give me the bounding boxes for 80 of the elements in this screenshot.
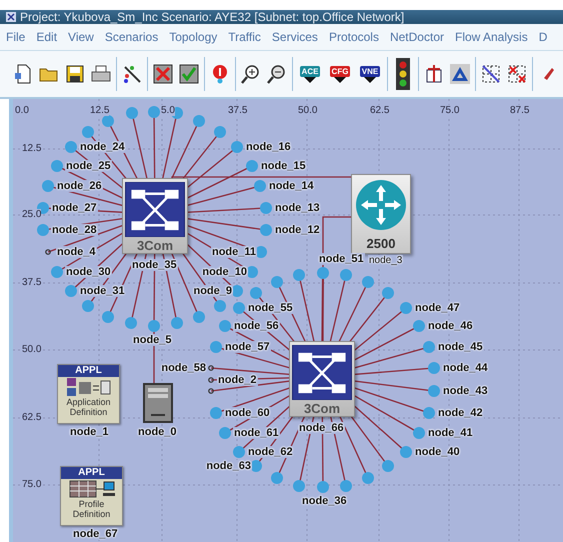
node-label: node_67 — [72, 528, 119, 540]
node-label: node_60 — [224, 407, 271, 419]
definition-badge: APPL — [61, 467, 122, 479]
node-label: node_63 — [205, 460, 252, 472]
definition-node[interactable]: APPL Application Definition — [57, 364, 120, 424]
node-label: node_9 — [192, 285, 233, 297]
node-label: node_41 — [427, 427, 474, 439]
node-label: node_5 — [132, 334, 173, 346]
ruler-tick: 5.0 — [161, 105, 175, 116]
node-label: node_40 — [414, 446, 461, 458]
node-label: node_46 — [427, 320, 474, 332]
node-label: node_24 — [79, 141, 126, 153]
window-title: Project: Ykubova_Sm_Inc Scenario: AYE32 [Subnet: top.Office Network] — [20, 10, 404, 24]
ruler-tick: 12.5 — [90, 105, 110, 116]
definition-badge: APPL — [58, 365, 119, 377]
node-label: node_51 — [318, 253, 365, 265]
ruler-tick: 37.5 — [22, 277, 42, 288]
ruler-tick: 25.0 — [22, 209, 42, 220]
node-label: node_62 — [247, 446, 294, 458]
node-label: node_31 — [79, 285, 126, 297]
menu-item[interactable]: Topology — [169, 30, 218, 44]
node-label: node_1 — [69, 426, 110, 438]
ruler-tick: 87.5 — [510, 105, 530, 116]
node-label: node_45 — [437, 341, 484, 353]
node-label: node_27 — [51, 202, 98, 214]
switch-node[interactable]: 3Com — [289, 341, 355, 417]
definition-title: Application Definition — [65, 397, 112, 417]
node-label: node_25 — [65, 160, 112, 172]
menu-item[interactable]: Protocols — [328, 30, 379, 44]
menu-item[interactable]: Edit — [36, 30, 58, 44]
node-label: node_43 — [442, 385, 489, 397]
menu-item[interactable]: Traffic — [228, 30, 261, 44]
ruler-tick: 12.5 — [22, 143, 42, 154]
node-label: node_58 — [160, 362, 207, 374]
ruler-tick: 62.5 — [370, 105, 390, 116]
menu-item[interactable]: View — [68, 30, 94, 44]
ruler-tick: 50.0 — [22, 344, 42, 355]
router-model: 2500 — [366, 236, 396, 251]
node-label: node_14 — [268, 180, 315, 192]
switch-node[interactable]: 3Com — [122, 178, 188, 254]
definition-node[interactable]: APPL Profile Definition — [60, 466, 123, 526]
node-label: node_42 — [437, 407, 484, 419]
node-label: node_4 — [56, 246, 97, 258]
node-label: node_3 — [368, 255, 404, 267]
menu-item[interactable]: Services — [272, 30, 318, 44]
node-label: node_36 — [301, 495, 348, 507]
node-label: node_30 — [65, 266, 112, 278]
definition-title: Profile Definition — [72, 499, 112, 519]
node-label: node_28 — [51, 224, 98, 236]
menu-item[interactable]: Scenarios — [104, 30, 158, 44]
menu-item[interactable]: File — [6, 30, 26, 44]
node-label: node_61 — [233, 427, 280, 439]
node-label: node_15 — [260, 160, 307, 172]
node-label: node_13 — [274, 202, 321, 214]
menu-item[interactable]: NetDoctor — [390, 30, 444, 44]
node-label: node_35 — [131, 259, 178, 271]
ruler-tick: 62.5 — [22, 412, 42, 423]
node-label: node_2 — [217, 374, 258, 386]
node-label: node_56 — [233, 320, 280, 332]
node-label: node_55 — [247, 302, 294, 314]
ruler-tick: 0.0 — [15, 105, 29, 116]
node-label: node_66 — [298, 422, 345, 434]
node-label: node_12 — [274, 224, 321, 236]
node-label: node_11 — [210, 246, 257, 258]
menu-item[interactable]: Flow Analysis — [455, 30, 528, 44]
switch-brand: 3Com — [304, 401, 340, 416]
node-label: node_44 — [442, 362, 489, 374]
node-label: node_57 — [224, 341, 271, 353]
router-node[interactable]: 2500 — [351, 174, 411, 254]
ruler-tick: 50.0 — [298, 105, 318, 116]
node-label: node_47 — [414, 302, 461, 314]
ruler-tick: 37.5 — [228, 105, 248, 116]
node-label: node_10 — [201, 266, 248, 278]
node-label: node_26 — [56, 180, 103, 192]
node-label: node_0 — [137, 426, 178, 438]
ruler-tick: 75.0 — [22, 479, 42, 490]
node-label: node_16 — [245, 141, 292, 153]
menu-item[interactable]: D — [538, 30, 548, 44]
ruler-tick: 75.0 — [440, 105, 460, 116]
switch-brand: 3Com — [136, 238, 174, 253]
